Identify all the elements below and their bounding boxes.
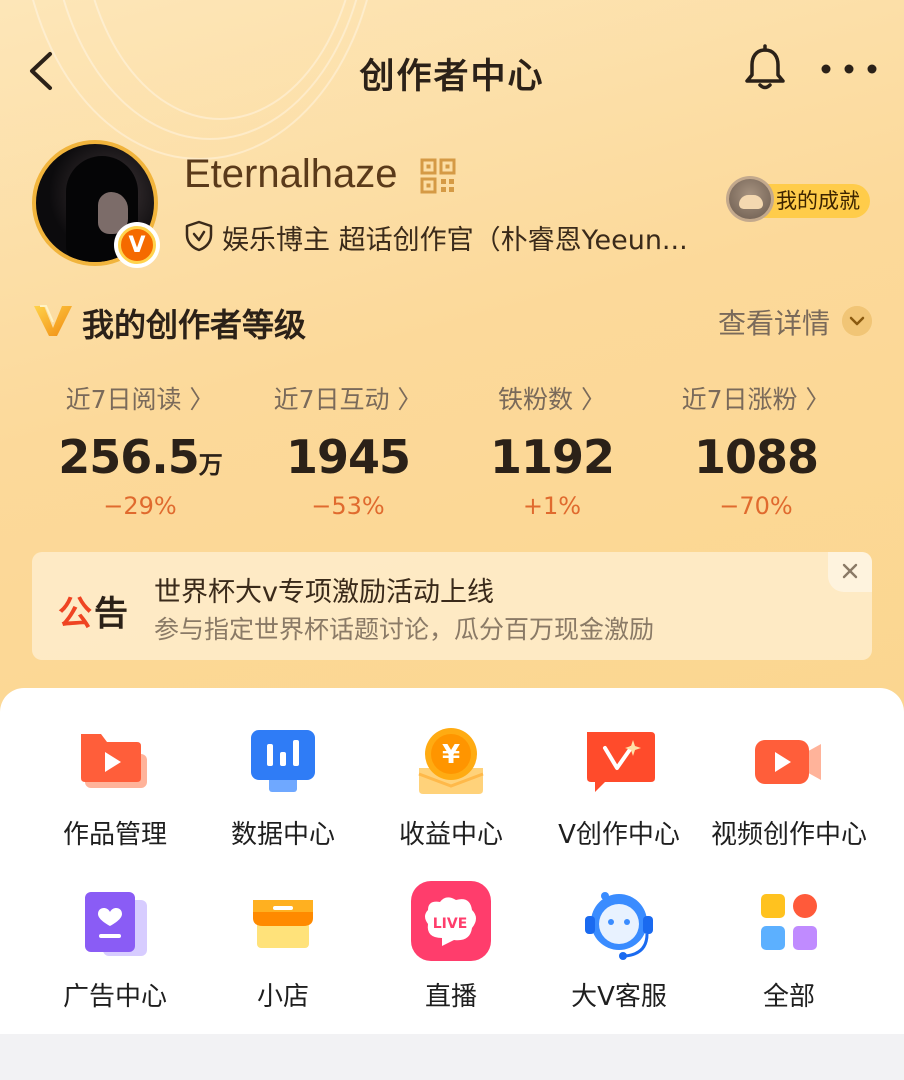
data-chart-icon	[251, 730, 315, 792]
announcement-description: 参与指定世界杯话题讨论，瓜分百万现金激励	[154, 615, 655, 644]
qr-code-icon[interactable]	[420, 158, 456, 194]
username[interactable]: Eternalhaze	[184, 152, 397, 197]
announcement-banner[interactable]: 公告 世界杯大v专项激励活动上线 参与指定世界杯话题讨论，瓜分百万现金激励	[32, 552, 872, 660]
tool-label: 作品管理	[62, 820, 167, 850]
tool-label: V创作中心	[558, 820, 680, 850]
shield-icon	[185, 220, 213, 252]
stat-change: −29%	[103, 492, 177, 520]
view-details-link[interactable]: 查看详情	[718, 302, 830, 342]
ad-heart-icon	[85, 892, 147, 956]
stat-interactions[interactable]: 近7日互动 〉 1945 −53%	[248, 380, 448, 520]
tool-income-center[interactable]: ¥ 收益中心	[366, 724, 536, 851]
stat-new-followers[interactable]: 近7日涨粉 〉 1088 −70%	[656, 380, 856, 520]
v-creation-icon	[587, 732, 655, 792]
stat-label: 近7日阅读 〉	[65, 385, 215, 414]
achievement-medal-icon	[726, 176, 774, 222]
tool-label: 视频创作中心	[710, 820, 867, 850]
stat-label: 近7日涨粉 〉	[681, 385, 831, 414]
stat-change: −53%	[311, 492, 385, 520]
achievement-button[interactable]: 我的成就	[726, 176, 870, 222]
service-headset-icon	[585, 892, 653, 960]
verified-v-badge: V	[114, 222, 160, 268]
tool-video-creation-center[interactable]: 视频创作中心	[704, 724, 874, 851]
svg-text:¥: ¥	[442, 740, 460, 770]
tool-label: 广告中心	[62, 982, 167, 1012]
tool-label: 数据中心	[230, 820, 335, 850]
stat-value: 1945	[285, 430, 411, 484]
stat-value: 1088	[693, 430, 819, 484]
tool-works-management[interactable]: 作品管理	[30, 724, 200, 851]
stat-unit: 万	[198, 451, 223, 479]
tool-label: 全部	[762, 982, 815, 1012]
all-apps-icon	[761, 894, 817, 950]
tool-ad-center[interactable]: 广告中心	[30, 886, 200, 1013]
stat-iron-fans[interactable]: 铁粉数 〉 1192 +1%	[452, 380, 652, 520]
chevron-down-icon[interactable]	[842, 306, 872, 336]
svg-text:LIVE: LIVE	[433, 916, 468, 932]
tool-shop[interactable]: 小店	[198, 886, 368, 1013]
shop-icon	[253, 900, 313, 948]
close-icon[interactable]	[828, 552, 872, 592]
bell-icon[interactable]	[740, 44, 790, 94]
user-title[interactable]: 娱乐博主 超话创作官（朴睿恩Yeeun...	[222, 218, 722, 257]
stat-reads[interactable]: 近7日阅读 〉 256.5万 −29%	[40, 380, 240, 520]
stat-value: 1192	[489, 430, 615, 484]
tool-label: 收益中心	[398, 820, 503, 850]
tool-label: 大V客服	[571, 982, 667, 1012]
income-yen-icon: ¥	[418, 728, 484, 794]
tool-data-center[interactable]: 数据中心	[198, 724, 368, 851]
stat-change: +1%	[522, 492, 582, 520]
more-options-icon[interactable]	[818, 52, 880, 86]
video-camera-icon	[755, 740, 821, 784]
works-folder-icon	[81, 734, 147, 788]
tool-live[interactable]: LIVE 直播	[366, 880, 536, 1013]
tool-v-creation-center[interactable]: V创作中心	[534, 724, 704, 851]
tool-label: 小店	[256, 982, 309, 1012]
stat-label: 近7日互动 〉	[273, 385, 423, 414]
announcement-tag: 公告	[58, 594, 130, 634]
live-icon: LIVE	[411, 881, 491, 961]
stat-change: −70%	[719, 492, 793, 520]
tool-all[interactable]: 全部	[704, 886, 874, 1013]
stat-label: 铁粉数 〉	[498, 385, 606, 414]
announcement-title: 世界杯大v专项激励活动上线	[154, 577, 494, 608]
stat-value: 256.5万	[58, 430, 223, 484]
creator-level-title: 我的创作者等级	[82, 306, 307, 344]
tool-v-customer-service[interactable]: 大V客服	[534, 886, 704, 1013]
creator-level-v-icon	[34, 305, 72, 336]
tool-label: 直播	[424, 982, 477, 1012]
top-bar: 创作者中心	[0, 36, 904, 106]
